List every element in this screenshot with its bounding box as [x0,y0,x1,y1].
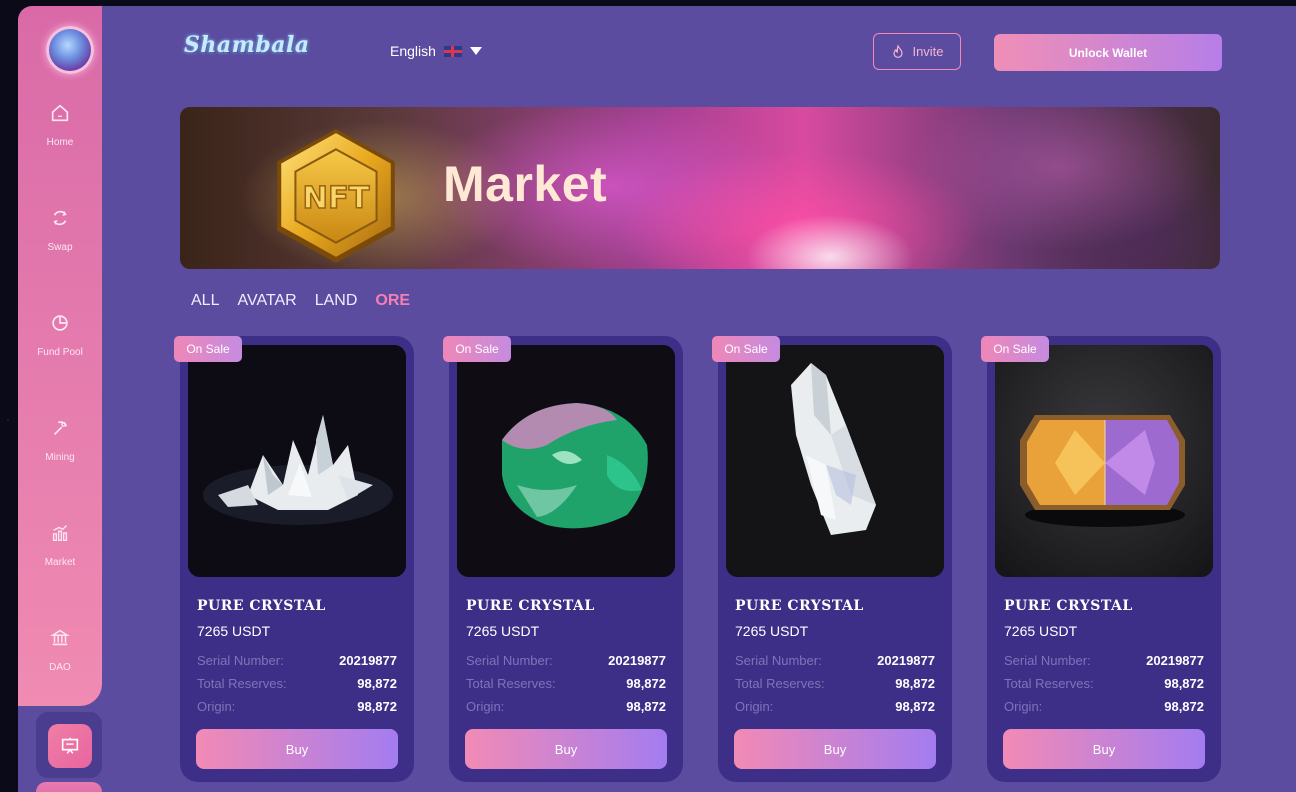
presentation-board-icon [61,737,79,754]
product-price: 7265 USDT [1004,623,1078,639]
page-title: Market [443,156,608,212]
sidebar-bottom-tab [36,782,102,792]
product-card[interactable]: PURE CRYSTAL 7265 USDT Serial Number: 202… [718,336,952,782]
invite-button[interactable]: Invite [873,33,961,70]
on-sale-badge: On Sale [981,336,1049,362]
product-card[interactable]: PURE CRYSTAL 7265 USDT Serial Number: 202… [987,336,1221,782]
language-selector[interactable]: English [390,43,482,59]
sidebar-item-label: Home [46,137,74,148]
serial-row: Serial Number: 20219877 [1004,653,1204,668]
buy-button[interactable]: Buy [734,729,936,769]
serial-row: Serial Number: 20219877 [735,653,935,668]
market-chart-icon [52,525,68,542]
reserves-row: Total Reserves: 98,872 [1004,676,1204,691]
sidebar: Home Swap Fund Pool Mining Market DAO [18,6,102,706]
reserves-row: Total Reserves: 98,872 [735,676,935,691]
category-filter-tabs: ALL AVATAR LAND ORE [191,292,410,310]
product-price: 7265 USDT [735,623,809,639]
buy-button[interactable]: Buy [196,729,398,769]
serial-row: Serial Number: 20219877 [197,653,397,668]
language-label: English [390,43,436,59]
home-icon [51,104,69,122]
buy-button[interactable]: Buy [465,729,667,769]
unlock-wallet-button[interactable]: Unlock Wallet [994,34,1222,71]
flame-icon [893,43,904,58]
tab-all[interactable]: ALL [191,292,219,310]
on-sale-badge: On Sale [712,336,780,362]
market-banner: NFT Market [180,107,1220,269]
product-card[interactable]: PURE CRYSTAL 7265 USDT Serial Number: 202… [180,336,414,782]
brand-logo[interactable]: Shambala [184,32,310,58]
product-name: PURE CRYSTAL [735,598,864,614]
reserves-row: Total Reserves: 98,872 [466,676,666,691]
product-image [995,345,1213,577]
sidebar-item-nft[interactable] [48,724,92,768]
sidebar-item-mining[interactable]: Mining [18,417,102,464]
nft-coin-icon: NFT [277,129,395,263]
on-sale-badge: On Sale [174,336,242,362]
app-window: Home Swap Fund Pool Mining Market DAO Sh… [18,6,1296,792]
sidebar-item-swap[interactable]: Swap [18,207,102,254]
uk-flag-icon [443,45,462,57]
sidebar-item-fund-pool[interactable]: Fund Pool [18,312,102,359]
sidebar-item-home[interactable]: Home [18,102,102,149]
sidebar-item-market[interactable]: Market [18,522,102,569]
sidebar-item-label: DAO [49,662,71,673]
product-image [457,345,675,577]
sidebar-item-label: Mining [45,452,75,463]
tab-ore[interactable]: ORE [375,292,410,310]
pickaxe-icon [53,421,68,436]
origin-row: Origin: 98,872 [735,699,935,714]
sidebar-item-label: Market [44,557,76,568]
product-card[interactable]: PURE CRYSTAL 7265 USDT Serial Number: 202… [449,336,683,782]
sidebar-item-dao[interactable]: DAO [18,627,102,674]
product-name: PURE CRYSTAL [466,598,595,614]
product-image [726,345,944,577]
tab-land[interactable]: LAND [315,292,358,310]
on-sale-badge: On Sale [443,336,511,362]
swap-icon [53,210,67,226]
pie-chart-icon [52,315,68,331]
product-name: PURE CRYSTAL [197,598,326,614]
app-logo[interactable] [46,26,94,74]
product-price: 7265 USDT [466,623,540,639]
buy-button[interactable]: Buy [1003,729,1205,769]
invite-label: Invite [912,44,944,59]
product-price: 7265 USDT [197,623,271,639]
sidebar-item-label: Swap [47,242,73,253]
caret-down-icon [469,47,482,55]
origin-row: Origin: 98,872 [1004,699,1204,714]
nft-coin-text: NFT [303,181,370,216]
serial-row: Serial Number: 20219877 [466,653,666,668]
origin-row: Origin: 98,872 [466,699,666,714]
sidebar-item-label: Fund Pool [37,347,83,358]
product-image [188,345,406,577]
product-name: PURE CRYSTAL [1004,598,1133,614]
bank-icon [50,629,70,646]
reserves-row: Total Reserves: 98,872 [197,676,397,691]
origin-row: Origin: 98,872 [197,699,397,714]
tab-avatar[interactable]: AVATAR [237,292,296,310]
